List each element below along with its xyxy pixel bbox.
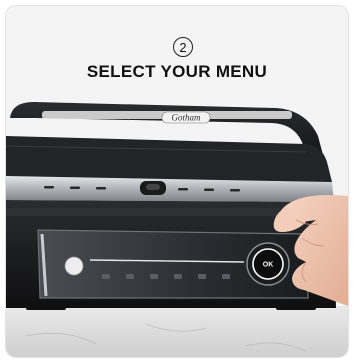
grill-photo: Gotham OK [6,102,348,357]
product-image-card: 2 SELECT YOUR MENU Gotham OK [6,6,348,357]
ok-dial-label: OK [263,262,274,269]
countertop [6,306,348,357]
brand-logo-text: Gotham [172,113,202,123]
power-button[interactable] [64,256,84,276]
